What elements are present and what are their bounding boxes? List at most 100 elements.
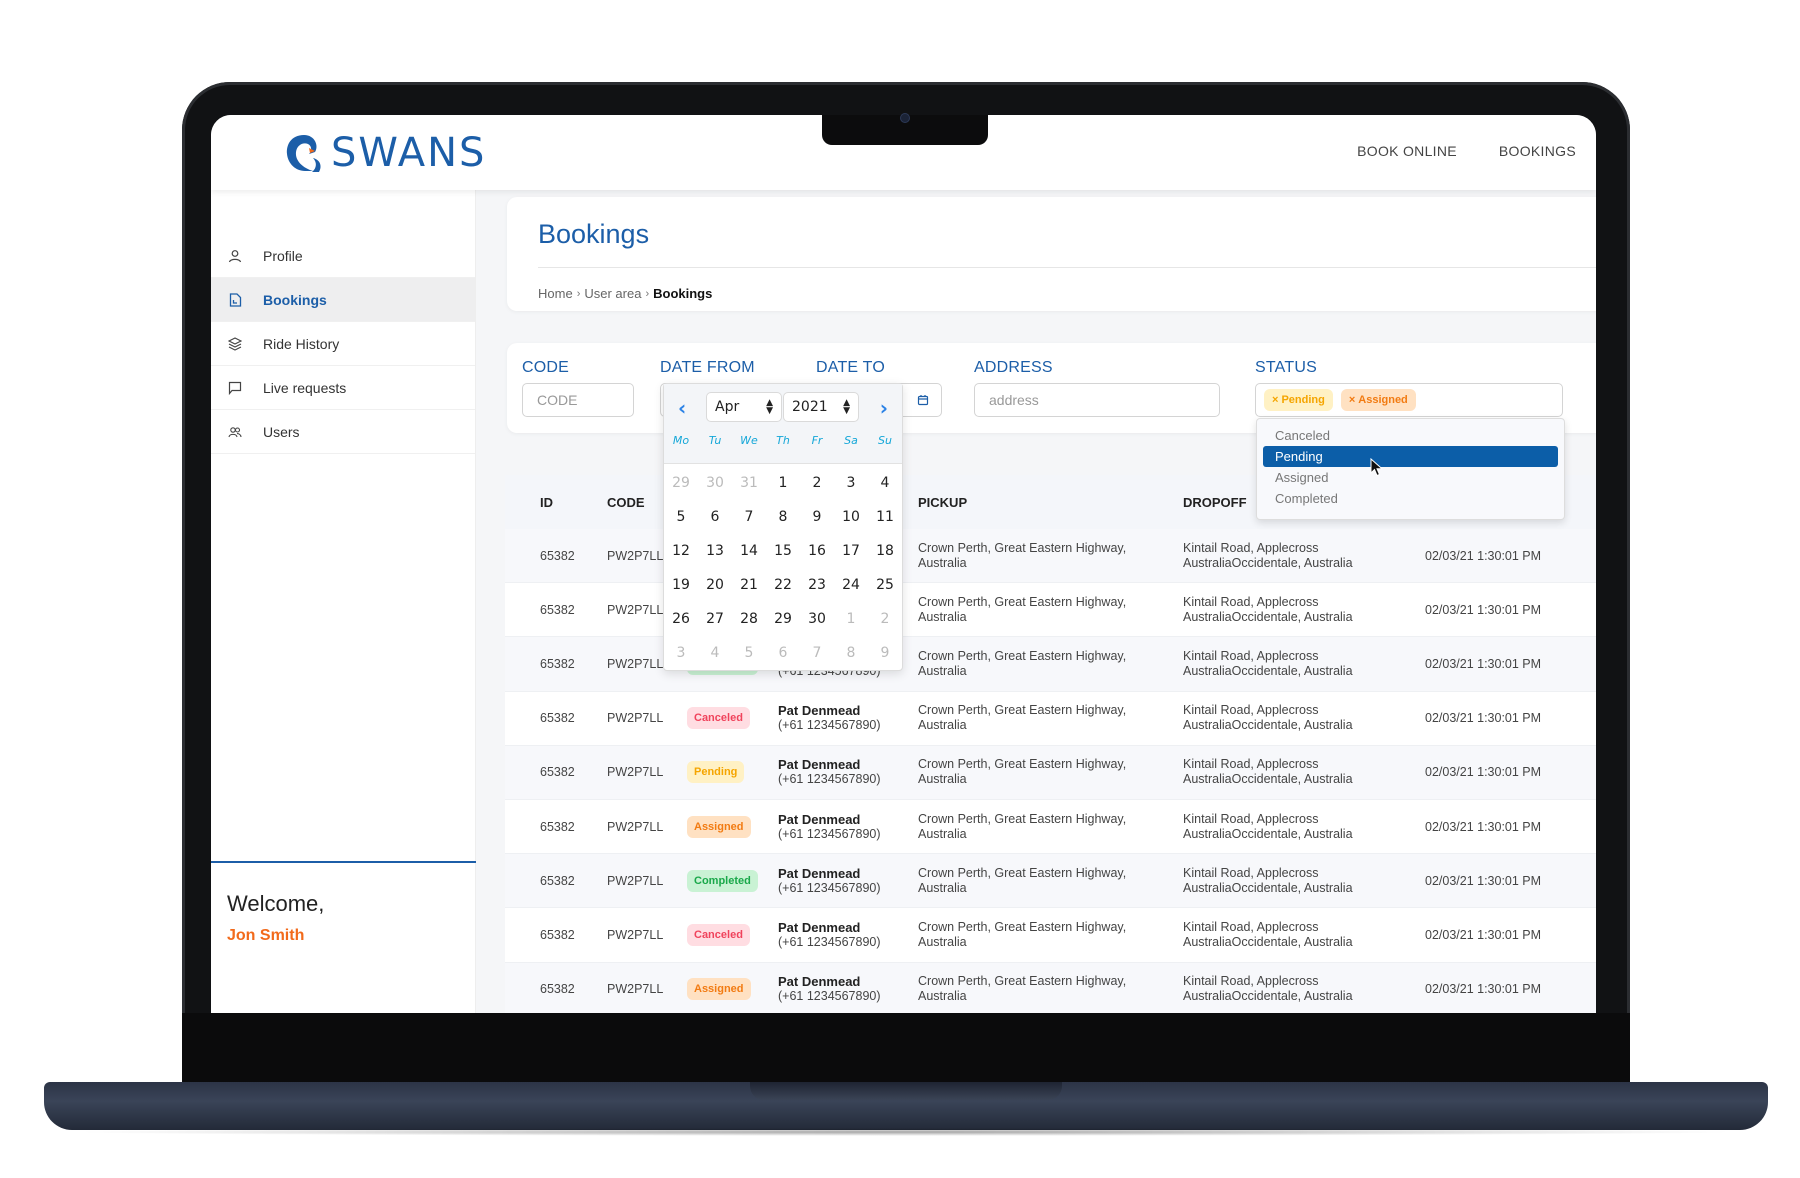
table-row[interactable]: 65382 PW2P7LL Completed Pat Denmead(+61 123… <box>505 854 1596 909</box>
prev-month-button[interactable]: ‹ <box>678 396 686 420</box>
address-filter: ADDRESS address <box>974 359 1220 417</box>
customer-phone: (+61 1234567890) <box>778 934 881 949</box>
cell-id: 65382 <box>540 982 575 997</box>
status-badge: Pending <box>687 761 745 784</box>
sidebar-item-bookings[interactable]: Bookings <box>211 278 475 322</box>
calendar-day[interactable]: 3 <box>834 466 868 500</box>
calendar-day[interactable]: 9 <box>800 500 834 534</box>
calendar-day[interactable]: 7 <box>732 500 766 534</box>
calendar-day[interactable]: 9 <box>868 636 902 670</box>
table-row[interactable]: 65382 PW2P7LL Assigned Pat Denmead (+61 1234… <box>505 962 1596 1013</box>
calendar-day[interactable]: 1 <box>834 602 868 636</box>
calendar-day[interactable]: 21 <box>732 568 766 602</box>
next-month-button[interactable]: › <box>880 396 888 420</box>
calendar-day[interactable]: 29 <box>664 466 698 500</box>
calendar-day[interactable]: 3 <box>664 636 698 670</box>
calendar-day[interactable]: 28 <box>732 602 766 636</box>
col-id[interactable]: ID <box>505 495 607 510</box>
sidebar-item-profile[interactable]: Profile <box>211 234 475 278</box>
status-option-canceled[interactable]: Canceled <box>1263 425 1558 446</box>
cell-status: Completed <box>687 869 778 892</box>
calendar-day[interactable]: 6 <box>698 500 732 534</box>
nav-bookings[interactable]: BOOKINGS <box>1499 143 1576 159</box>
cell-code: PW2P7LL <box>607 819 664 834</box>
code-input[interactable]: CODE <box>522 383 634 417</box>
calendar-day[interactable]: 29 <box>766 602 800 636</box>
sidebar-item-label: Profile <box>263 247 303 264</box>
calendar-day[interactable]: 30 <box>698 466 732 500</box>
sidebar-item-users[interactable]: Users <box>211 410 475 454</box>
calendar-day[interactable]: 30 <box>800 602 834 636</box>
calendar-day[interactable]: 16 <box>800 534 834 568</box>
dropoff-line-2: AustraliaOccidentale, Australia <box>1183 772 1353 787</box>
calendar-day[interactable]: 27 <box>698 602 732 636</box>
nav-book-online[interactable]: BOOK ONLINE <box>1357 143 1457 159</box>
calendar-day[interactable]: 12 <box>664 534 698 568</box>
cell-pickup: Crown Perth, Great Eastern Highway, Austr… <box>918 541 1183 571</box>
calendar-day[interactable]: 2 <box>868 602 902 636</box>
dropoff-line-1: Kintail Road, Applecross <box>1183 919 1319 934</box>
cell-pickup: Crown Perth, Great Eastern Highway, Austr… <box>918 866 1183 896</box>
remove-chip-icon[interactable]: × <box>1272 394 1278 406</box>
calendar-day[interactable]: 2 <box>800 466 834 500</box>
year-select[interactable]: 2021 ▲ ▼ <box>783 392 859 422</box>
breadcrumb-user-area[interactable]: User area <box>584 286 641 301</box>
cell-id: 65382 <box>540 711 575 726</box>
sidebar-item-ride-history[interactable]: Ride History <box>211 322 475 366</box>
calendar-day[interactable]: 17 <box>834 534 868 568</box>
status-option-pending[interactable]: Pending <box>1263 446 1558 467</box>
calendar-day[interactable]: 5 <box>664 500 698 534</box>
calendar-day[interactable]: 20 <box>698 568 732 602</box>
remove-chip-icon[interactable]: × <box>1349 394 1355 406</box>
calendar-day[interactable]: 18 <box>868 534 902 568</box>
mouse-cursor-icon <box>1370 458 1384 477</box>
cell-pickup: Crown Perth, Great Eastern Highway, Austr… <box>918 703 1183 733</box>
dropoff-line-2: AustraliaOccidentale, Australia <box>1183 934 1353 949</box>
calendar-day[interactable]: 8 <box>766 500 800 534</box>
calendar-day[interactable]: 19 <box>664 568 698 602</box>
customer-phone: (+61 1234567890) <box>778 718 881 733</box>
laptop-chin <box>182 1013 1630 1085</box>
calendar-day[interactable]: 14 <box>732 534 766 568</box>
calendar-day[interactable]: 8 <box>834 636 868 670</box>
calendar-day[interactable]: 5 <box>732 636 766 670</box>
dropoff-line-1: Kintail Road, Applecross <box>1183 648 1319 663</box>
status-chip-assigned[interactable]: × Assigned <box>1340 389 1416 411</box>
calendar-day[interactable]: 23 <box>800 568 834 602</box>
calendar-day[interactable]: 10 <box>834 500 868 534</box>
table-row[interactable]: 65382 PW2P7LL Assigned Pat Denmead (+61 1234… <box>505 800 1596 855</box>
pickup-line-1: Crown Perth, Great Eastern Highway, <box>918 648 1127 663</box>
status-chip-pending[interactable]: × Pending <box>1264 389 1333 411</box>
status-multiselect[interactable]: × Pending × Assigned <box>1255 383 1563 417</box>
calendar-day[interactable]: 4 <box>698 636 732 670</box>
sidebar-item-live-requests[interactable]: Live requests <box>211 366 475 410</box>
calendar-day[interactable]: 15 <box>766 534 800 568</box>
breadcrumb-current: Bookings <box>653 286 713 301</box>
calendar-day[interactable]: 24 <box>834 568 868 602</box>
table-row[interactable]: 65382 PW2P7LL Pending Pat Denmead (+61 12345… <box>505 745 1596 800</box>
calendar-day[interactable]: 4 <box>868 466 902 500</box>
col-pickup[interactable]: PICKUP <box>918 495 1183 510</box>
calendar-day[interactable]: 1 <box>766 466 800 500</box>
laptop-base-notch <box>750 1082 1062 1100</box>
table-row[interactable]: 65382 PW2P7LL Canceled Pat Denmead (+61 1234… <box>505 908 1596 963</box>
calendar-day[interactable]: 26 <box>664 602 698 636</box>
calendar-day[interactable]: 6 <box>766 636 800 670</box>
calendar-day[interactable]: 11 <box>868 500 902 534</box>
calendar-day[interactable]: 13 <box>698 534 732 568</box>
month-select[interactable]: Apr ▲ ▼ <box>706 392 782 422</box>
status-option-completed[interactable]: Completed <box>1263 488 1558 509</box>
breadcrumb-home[interactable]: Home <box>538 286 573 301</box>
dropoff-line-2: AustraliaOccidentale, Australia <box>1183 718 1353 733</box>
address-input[interactable]: address <box>974 383 1220 417</box>
table-row[interactable]: 65382 PW2P7LL Canceled Pat Denmead (+61 1234… <box>505 692 1596 746</box>
calendar-day[interactable]: 22 <box>766 568 800 602</box>
calendar-day[interactable]: 25 <box>868 568 902 602</box>
pickup-line-1: Crown Perth, Great Eastern Highway, <box>918 811 1127 826</box>
calendar-day[interactable]: 31 <box>732 466 766 500</box>
calendar-icon[interactable] <box>917 394 929 406</box>
logo[interactable]: SWANS <box>283 130 486 176</box>
calendar-day[interactable]: 7 <box>800 636 834 670</box>
pickup-line-2: Australia <box>918 989 967 1004</box>
status-option-assigned[interactable]: Assigned <box>1263 467 1558 488</box>
